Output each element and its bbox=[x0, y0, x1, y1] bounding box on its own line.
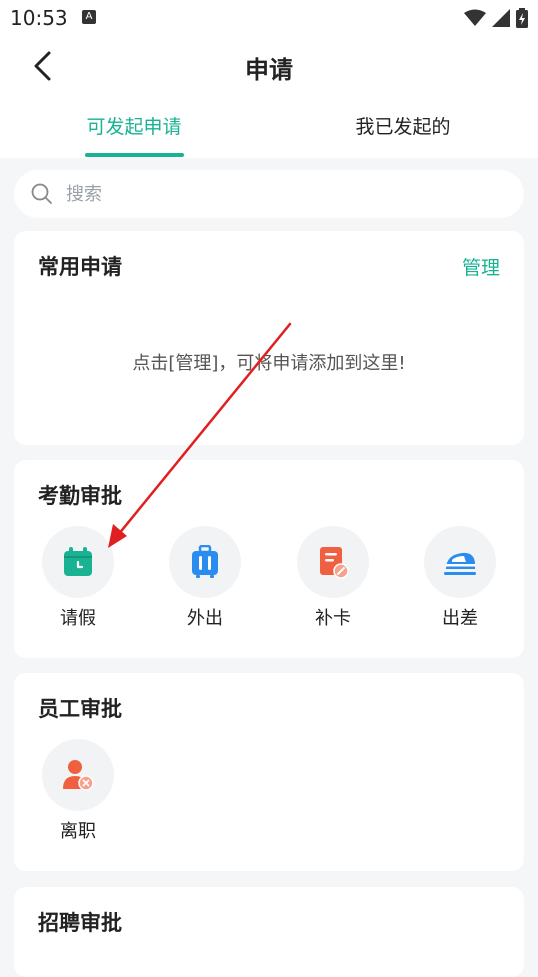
common-applications-card: 常用申请 管理 点击[管理]，可将申请添加到这里! bbox=[14, 231, 524, 445]
grid-item-label: 外出 bbox=[187, 608, 223, 629]
wifi-icon bbox=[464, 9, 486, 26]
suitcase-icon bbox=[192, 545, 218, 578]
page-title: 申请 bbox=[245, 56, 293, 84]
notification-a-icon: A bbox=[82, 10, 96, 24]
status-bar: 10:53 A bbox=[0, 0, 538, 36]
header: 申请 bbox=[0, 36, 538, 96]
grid-item-label: 出差 bbox=[442, 608, 478, 629]
go-out-item[interactable]: 外出 bbox=[160, 526, 250, 630]
status-indicators bbox=[464, 8, 528, 28]
person-remove-icon bbox=[63, 760, 94, 791]
tab-available-applications[interactable]: 可发起申请 bbox=[44, 112, 224, 139]
battery-icon bbox=[516, 8, 528, 28]
train-icon bbox=[444, 552, 476, 575]
search-icon bbox=[30, 182, 54, 206]
tab-my-submitted[interactable]: 我已发起的 bbox=[313, 112, 493, 139]
search-input[interactable] bbox=[64, 182, 488, 206]
search-bar[interactable] bbox=[14, 170, 524, 218]
section-title-common: 常用申请 bbox=[38, 255, 122, 279]
active-tab-indicator bbox=[85, 153, 184, 157]
manage-button[interactable]: 管理 bbox=[462, 253, 500, 280]
section-title-employee: 员工审批 bbox=[38, 697, 122, 721]
empty-hint: 点击[管理]，可将申请添加到这里! bbox=[132, 353, 406, 374]
employee-approval-card: 员工审批 离职 bbox=[14, 673, 524, 871]
resignation-item[interactable]: 离职 bbox=[33, 739, 123, 843]
section-title-attendance: 考勤审批 bbox=[38, 484, 122, 508]
top-bar: 10:53 A 申请 可发起申请 我已发起的 bbox=[0, 0, 538, 158]
calendar-clock-icon bbox=[64, 547, 92, 576]
grid-item-label: 离职 bbox=[60, 821, 96, 842]
leave-request-item[interactable]: 请假 bbox=[33, 526, 123, 630]
section-title-recruitment: 招聘审批 bbox=[38, 911, 122, 935]
clock-in-correction-item[interactable]: 补卡 bbox=[288, 526, 378, 630]
business-trip-item[interactable]: 出差 bbox=[415, 526, 505, 630]
document-edit-icon bbox=[320, 547, 349, 579]
recruitment-approval-card: 招聘审批 bbox=[14, 887, 524, 977]
grid-item-label: 请假 bbox=[60, 608, 96, 629]
grid-item-label: 补卡 bbox=[315, 608, 351, 629]
attendance-approval-card: 考勤审批 请假 外出 补卡 出差 bbox=[14, 460, 524, 658]
signal-icon bbox=[492, 9, 510, 27]
status-time: 10:53 bbox=[10, 6, 68, 30]
tab-bar: 可发起申请 我已发起的 bbox=[0, 100, 538, 158]
